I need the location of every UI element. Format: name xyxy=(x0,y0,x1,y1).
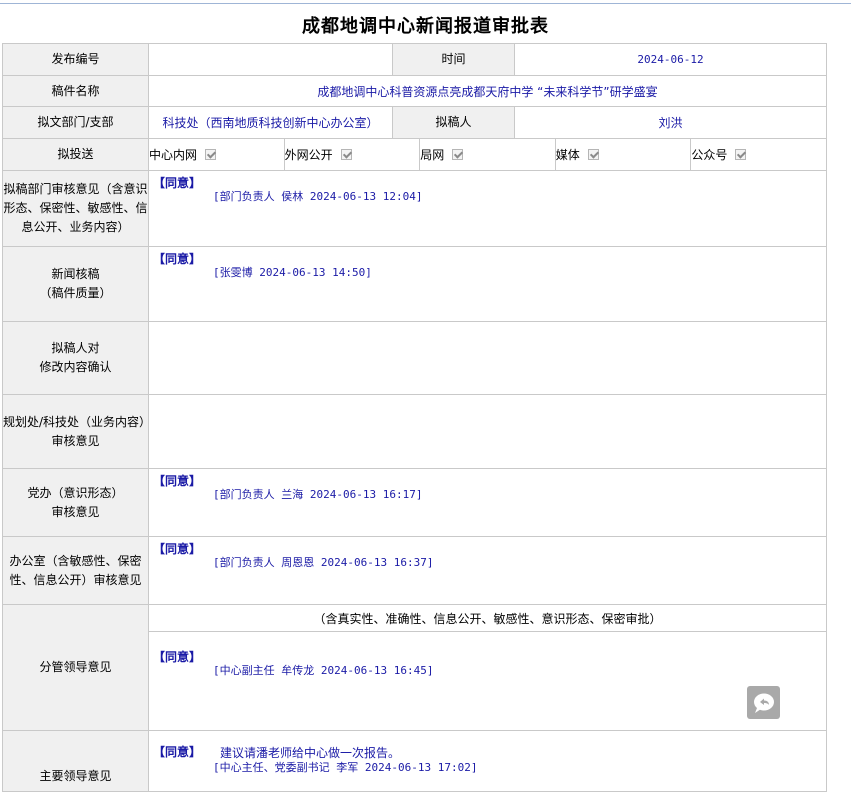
row-pub-no: 发布编号 时间 2024-06-12 xyxy=(2,43,827,76)
approval-form-table: 发布编号 时间 2024-06-12 稿件名称 成都地调中心科普资源点亮成都天府… xyxy=(2,43,827,792)
main-review-cell: 【同意】 建议请潘老师给中心做一次报告。 [中心主任、党委副书记 李军 2024… xyxy=(148,730,827,792)
news-review-cell: 【同意】 [张雯博 2024-06-13 14:50] xyxy=(148,246,827,322)
checkbox-icon[interactable] xyxy=(587,149,599,160)
plan-review-label: 规划处/科技处（业务内容） 审核意见 xyxy=(2,394,151,469)
manuscript-value: 成都地调中心科普资源点亮成都天府中学 “未来科学节”研学盛宴 xyxy=(148,75,827,107)
leader-review-sign: [中心副主任 牟传龙 2024-06-13 16:45] xyxy=(213,664,434,677)
row-leader-header: 分管领导意见 （含真实性、准确性、信息公开、敏感性、意识形态、保密审批） xyxy=(2,604,827,731)
send-options: 中心内网 外网公开 局网 媒体 公众号 xyxy=(148,138,827,171)
leader-review-header: （含真实性、准确性、信息公开、敏感性、意识形态、保密审批） xyxy=(148,604,827,632)
row-office-review: 办公室（含敏感性、保密性、信息公开）审核意见 【同意】 [部门负责人 周恩恩 2… xyxy=(2,536,827,605)
row-author-confirm: 拟稿人对 修改内容确认 xyxy=(2,321,827,395)
author-value: 刘洪 xyxy=(514,106,827,139)
news-review-opinion: 【同意】 xyxy=(153,252,202,266)
row-dept: 拟文部门/支部 科技处（西南地质科技创新中心办公室） 拟稿人 刘洪 xyxy=(2,106,827,139)
chat-bubble-icon xyxy=(753,693,774,713)
party-review-label: 党办（意识形态） 审核意见 xyxy=(2,468,149,537)
party-review-sign: [部门负责人 兰海 2024-06-13 16:17] xyxy=(213,488,423,501)
time-label: 时间 xyxy=(392,43,515,76)
row-main-review: 主要领导意见 【同意】 建议请潘老师给中心做一次报告。 [中心主任、党委副书记 … xyxy=(2,730,827,792)
party-review-cell: 【同意】 [部门负责人 兰海 2024-06-13 16:17] xyxy=(148,468,827,537)
news-review-sign: [张雯博 2024-06-13 14:50] xyxy=(213,266,372,279)
checkbox-icon[interactable] xyxy=(205,149,217,160)
leader-review-opinion: 【同意】 xyxy=(153,650,202,664)
send-option-media[interactable]: 媒体 xyxy=(554,139,691,170)
page-title: 成都地调中心新闻报道审批表 xyxy=(302,16,549,37)
main-review-opinion: 【同意】 xyxy=(153,745,202,759)
checkbox-icon[interactable] xyxy=(452,149,464,160)
plan-review-cell xyxy=(148,394,827,469)
author-label: 拟稿人 xyxy=(392,106,515,139)
send-option-wechat[interactable]: 公众号 xyxy=(690,139,826,170)
row-manuscript: 稿件名称 成都地调中心科普资源点亮成都天府中学 “未来科学节”研学盛宴 xyxy=(2,75,827,107)
send-option-intranet[interactable]: 中心内网 xyxy=(149,139,284,170)
author-confirm-label: 拟稿人对 修改内容确认 xyxy=(2,321,149,395)
dept-review-label: 拟稿部门审核意见（含意识形态、保密性、敏感性、信息公开、业务内容） xyxy=(2,170,149,247)
manuscript-label: 稿件名称 xyxy=(2,75,149,107)
office-review-cell: 【同意】 [部门负责人 周恩恩 2024-06-13 16:37] xyxy=(148,536,827,605)
checkbox-icon[interactable] xyxy=(340,149,352,160)
author-confirm-cell xyxy=(148,321,827,395)
row-send: 拟投送 中心内网 外网公开 局网 媒体 公众号 xyxy=(2,138,827,171)
chat-button[interactable] xyxy=(747,686,780,719)
office-review-label: 办公室（含敏感性、保密性、信息公开）审核意见 xyxy=(2,536,149,605)
main-review-sign: [中心主任、党委副书记 李军 2024-06-13 17:02] xyxy=(213,761,478,774)
send-option-public-web[interactable]: 外网公开 xyxy=(283,139,420,170)
time-value: 2024-06-12 xyxy=(514,43,827,76)
send-label: 拟投送 xyxy=(2,138,149,171)
news-review-label: 新闻核稿 （稿件质量） xyxy=(2,246,149,322)
pub-no-label: 发布编号 xyxy=(2,43,149,76)
party-review-opinion: 【同意】 xyxy=(153,474,202,488)
main-review-label: 主要领导意见 xyxy=(2,730,149,792)
row-dept-review: 拟稿部门审核意见（含意识形态、保密性、敏感性、信息公开、业务内容） 【同意】 [… xyxy=(2,170,827,247)
top-border xyxy=(0,3,851,4)
leader-review-label: 分管领导意见 xyxy=(2,604,149,731)
checkbox-icon[interactable] xyxy=(735,149,747,160)
dept-review-cell: 【同意】 [部门负责人 侯林 2024-06-13 12:04] xyxy=(148,170,827,247)
office-review-sign: [部门负责人 周恩恩 2024-06-13 16:37] xyxy=(213,556,434,569)
row-plan-review: 规划处/科技处（业务内容） 审核意见 xyxy=(2,394,827,469)
dept-label: 拟文部门/支部 xyxy=(2,106,149,139)
office-review-opinion: 【同意】 xyxy=(153,542,202,556)
dept-review-opinion: 【同意】 xyxy=(153,176,202,190)
row-party-review: 党办（意识形态） 审核意见 【同意】 [部门负责人 兰海 2024-06-13 … xyxy=(2,468,827,537)
row-news-review: 新闻核稿 （稿件质量） 【同意】 [张雯博 2024-06-13 14:50] xyxy=(2,246,827,322)
pub-no-value xyxy=(148,43,393,76)
leader-review-cell: 【同意】 [中心副主任 牟传龙 2024-06-13 16:45] xyxy=(148,631,827,731)
dept-value: 科技处（西南地质科技创新中心办公室） xyxy=(148,106,393,139)
dept-review-sign: [部门负责人 侯林 2024-06-13 12:04] xyxy=(213,190,423,203)
send-option-bureau-web[interactable]: 局网 xyxy=(419,139,555,170)
